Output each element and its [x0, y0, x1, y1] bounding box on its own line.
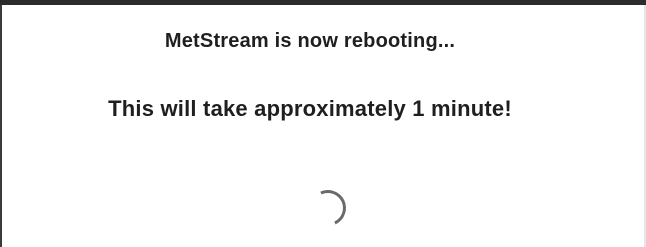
- loading-spinner-icon: [304, 184, 352, 232]
- loading-indicator: [304, 184, 352, 232]
- window-top-border: [0, 0, 646, 5]
- reboot-message: This will take approximately 1 minute!: [108, 96, 512, 121]
- reboot-dialog: MetStream is now rebooting... This will …: [0, 0, 646, 247]
- reboot-title: MetStream is now rebooting...: [164, 30, 456, 52]
